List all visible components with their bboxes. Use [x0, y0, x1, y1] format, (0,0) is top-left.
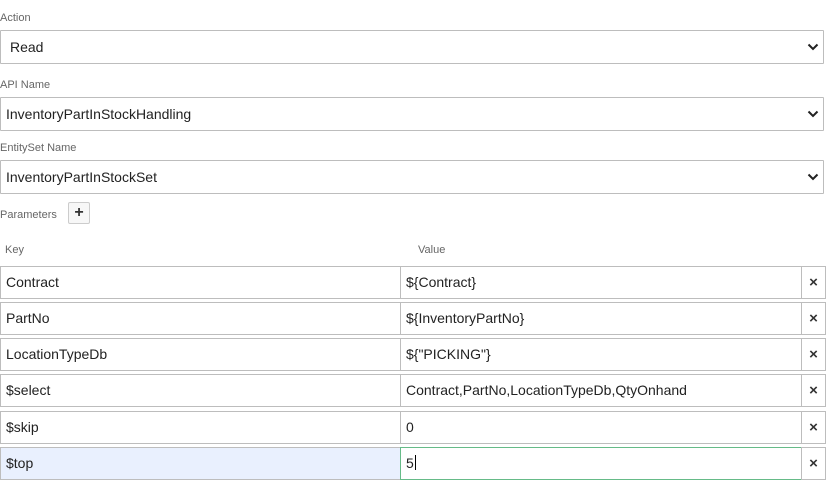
key-column-header: Key [5, 244, 24, 256]
parameter-value-input[interactable]: ${"PICKING"} [400, 338, 802, 371]
value-column-header: Value [418, 244, 446, 256]
parameter-row: $top 5 × [0, 447, 826, 480]
parameter-row: LocationTypeDb ${"PICKING"} × [0, 338, 826, 371]
parameter-key-input[interactable]: $top [0, 447, 401, 480]
close-icon: × [809, 382, 818, 399]
close-icon: × [809, 310, 818, 327]
parameter-value-input[interactable]: ${Contract} [400, 266, 802, 299]
chevron-down-icon [807, 43, 819, 51]
parameter-key-input[interactable]: $select [0, 374, 401, 407]
remove-parameter-button[interactable]: × [801, 338, 826, 371]
parameter-value-text: 5 [406, 455, 414, 471]
parameter-row: $skip 0 × [0, 411, 826, 444]
add-parameter-button[interactable]: + [68, 202, 90, 224]
api-name-label: API Name [0, 79, 51, 91]
parameter-row: PartNo ${InventoryPartNo} × [0, 302, 826, 335]
action-select[interactable]: Read [0, 30, 824, 64]
remove-parameter-button[interactable]: × [801, 411, 826, 444]
remove-parameter-button[interactable]: × [801, 266, 826, 299]
action-label: Action [0, 12, 31, 24]
parameter-row: Contract ${Contract} × [0, 266, 826, 299]
entityset-name-select-value: InventoryPartInStockSet [6, 169, 157, 185]
parameter-key-input[interactable]: $skip [0, 411, 401, 444]
parameter-value-input[interactable]: 0 [400, 411, 802, 444]
close-icon: × [809, 455, 818, 472]
chevron-down-icon [807, 110, 819, 118]
parameter-key-input[interactable]: Contract [0, 266, 401, 299]
plus-icon: + [74, 204, 84, 221]
parameter-value-input[interactable]: ${InventoryPartNo} [400, 302, 802, 335]
parameter-key-input[interactable]: LocationTypeDb [0, 338, 401, 371]
close-icon: × [809, 419, 818, 436]
close-icon: × [809, 346, 818, 363]
remove-parameter-button[interactable]: × [801, 302, 826, 335]
api-name-select[interactable]: InventoryPartInStockHandling [0, 97, 824, 131]
parameters-label: Parameters [0, 209, 57, 221]
chevron-down-icon [807, 173, 819, 181]
action-select-value: Read [10, 39, 44, 55]
remove-parameter-button[interactable]: × [801, 447, 826, 480]
close-icon: × [809, 274, 818, 291]
entityset-name-select[interactable]: InventoryPartInStockSet [0, 160, 824, 194]
remove-parameter-button[interactable]: × [801, 374, 826, 407]
entityset-name-label: EntitySet Name [0, 142, 77, 154]
parameter-value-input[interactable]: Contract,PartNo,LocationTypeDb,QtyOnhand [400, 374, 802, 407]
parameter-key-input[interactable]: PartNo [0, 302, 401, 335]
parameter-value-input[interactable]: 5 [400, 447, 802, 480]
api-name-select-value: InventoryPartInStockHandling [6, 106, 192, 122]
parameter-row: $select Contract,PartNo,LocationTypeDb,Q… [0, 374, 826, 407]
text-caret [414, 455, 416, 470]
